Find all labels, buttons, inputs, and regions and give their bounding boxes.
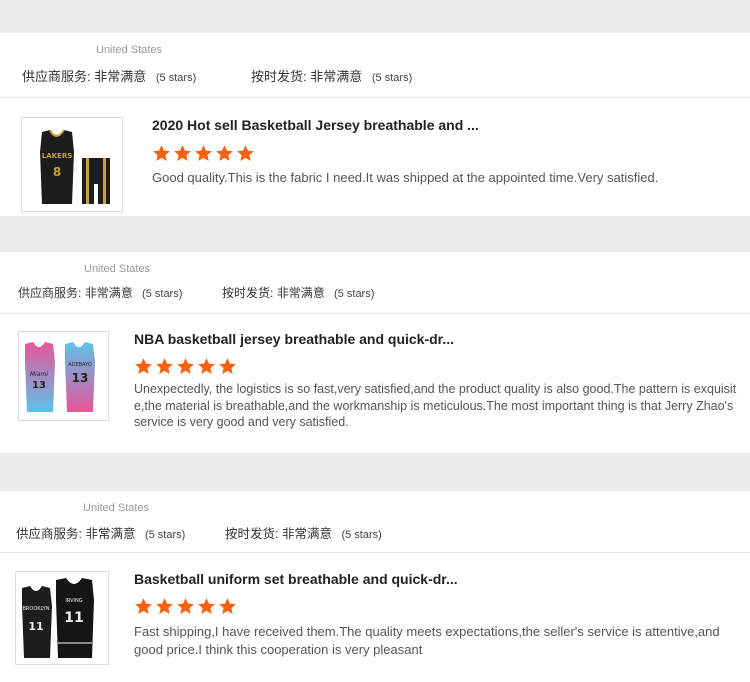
star-rating: [134, 357, 237, 376]
review-header: United States 供应商服务: 非常满意 (5 stars) 按时发货…: [0, 491, 750, 553]
product-image[interactable]: Miami 13 ADEBAYO 13: [18, 331, 109, 421]
svg-text:13: 13: [32, 380, 46, 391]
svg-text:IRVING: IRVING: [65, 598, 82, 604]
star-icon: [177, 598, 194, 615]
star-icon: [174, 145, 191, 162]
star-icon: [177, 358, 194, 375]
lakers-black-jersey-icon: LAKERS 8: [22, 118, 122, 211]
star-icon: [156, 358, 173, 375]
shipping-rating: 按时发货: 非常满意 (5 stars): [251, 69, 413, 84]
product-title[interactable]: NBA basketball jersey breathable and qui…: [134, 331, 454, 347]
brooklyn-black-jersey-icon: BROOKLYN 11 IRVING 11: [16, 572, 108, 664]
shipping-rating: 按时发货: 非常满意 (5 stars): [225, 527, 382, 541]
star-rating: [134, 597, 237, 616]
svg-text:ADEBAYO: ADEBAYO: [68, 362, 92, 368]
svg-text:BROOKLYN: BROOKLYN: [23, 606, 50, 612]
star-icon: [219, 358, 236, 375]
star-icon: [198, 598, 215, 615]
review-text: Unexpectedly, the logistics is so fast,v…: [134, 382, 737, 429]
miami-pink-blue-jersey-icon: Miami 13 ADEBAYO 13: [19, 332, 108, 420]
svg-text:11: 11: [64, 610, 83, 626]
svg-text:8: 8: [53, 165, 61, 179]
star-icon: [153, 145, 170, 162]
star-icon: [219, 598, 236, 615]
svg-text:11: 11: [28, 620, 43, 633]
star-icon: [237, 145, 254, 162]
star-icon: [216, 145, 233, 162]
star-icon: [135, 358, 152, 375]
review-card-1: United States 供应商服务: 非常满意 (5 stars) 按时发货…: [0, 33, 750, 216]
review-card-3: United States 供应商服务: 非常满意 (5 stars) 按时发货…: [0, 491, 750, 682]
supplier-service-rating: 供应商服务: 非常满意 (5 stars): [16, 527, 186, 541]
product-image[interactable]: BROOKLYN 11 IRVING 11: [15, 571, 109, 665]
product-title[interactable]: Basketball uniform set breathable and qu…: [134, 571, 458, 587]
star-icon: [195, 145, 212, 162]
review-header: United States 供应商服务: 非常满意 (5 stars) 按时发货…: [0, 252, 750, 314]
svg-text:LAKERS: LAKERS: [42, 152, 73, 160]
buyer-country: United States: [96, 44, 163, 56]
review-header: United States 供应商服务: 非常满意 (5 stars) 按时发货…: [0, 33, 750, 98]
supplier-service-rating: 供应商服务: 非常满意 (5 stars): [18, 286, 183, 300]
product-title[interactable]: 2020 Hot sell Basketball Jersey breathab…: [152, 117, 479, 133]
star-rating: [152, 144, 255, 163]
review-text: Good quality.This is the fabric I need.I…: [152, 170, 659, 185]
svg-text:13: 13: [72, 371, 89, 385]
review-text: Fast shipping,I have received them.The q…: [134, 624, 720, 657]
review-card-2: United States 供应商服务: 非常满意 (5 stars) 按时发货…: [0, 252, 750, 453]
star-icon: [198, 358, 215, 375]
star-icon: [156, 598, 173, 615]
buyer-country: United States: [84, 263, 151, 275]
shipping-rating: 按时发货: 非常满意 (5 stars): [222, 286, 375, 300]
buyer-country: United States: [83, 502, 150, 514]
product-image[interactable]: LAKERS 8: [21, 117, 123, 212]
supplier-service-rating: 供应商服务: 非常满意 (5 stars): [22, 69, 197, 84]
star-icon: [135, 598, 152, 615]
svg-text:Miami: Miami: [30, 371, 48, 378]
